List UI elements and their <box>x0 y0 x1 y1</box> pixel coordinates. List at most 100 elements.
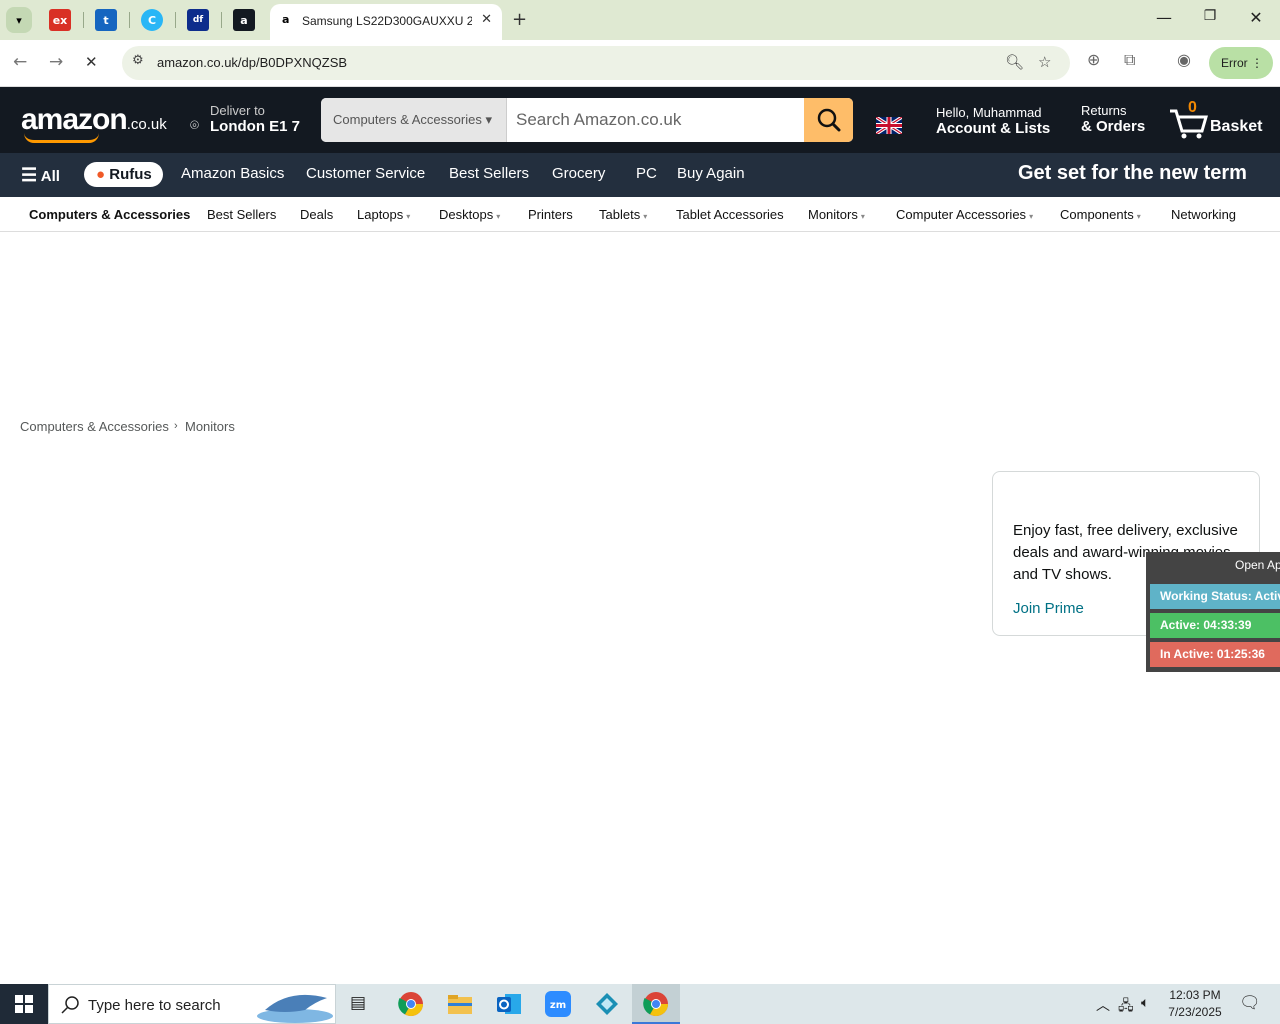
outlook-icon[interactable] <box>495 990 523 1018</box>
deliver-to-location[interactable]: ⌾ Deliver to London E1 7 <box>190 103 300 135</box>
tab-active[interactable]: a Samsung LS22D300GAUXXU 22 ✕ <box>270 4 502 40</box>
pinned-tab-amazon-icon[interactable]: a <box>233 9 255 31</box>
address-bar[interactable]: ⚙ amazon.co.uk/dp/B0DPXNQZSB 🔍︎ ☆ <box>122 46 1070 80</box>
pinned-tab-c-icon[interactable]: C <box>141 9 163 31</box>
inactive-time-row: In Active: 01:25:36 <box>1150 642 1280 667</box>
tab-search-chevron-icon[interactable]: ▾ <box>6 7 32 33</box>
deliver-location: London E1 7 <box>210 118 300 135</box>
nav-customer-service[interactable]: Customer Service <box>306 165 425 182</box>
task-view-icon[interactable]: ▤ <box>350 993 366 1013</box>
subnav-computers-accessories[interactable]: Computers & Accessories <box>29 207 190 222</box>
rufus-icon: ● <box>96 166 106 183</box>
subnav-monitors[interactable]: Monitors ▾ <box>808 207 865 222</box>
clock-date: 7/23/2025 <box>1168 1005 1222 1019</box>
zoom-icon[interactable]: 🔍︎ <box>1005 53 1024 71</box>
subnav-best-sellers[interactable]: Best Sellers <box>207 207 276 222</box>
close-window-icon[interactable]: ✕ <box>1233 8 1279 27</box>
file-explorer-icon[interactable] <box>446 990 474 1018</box>
time-tracker-widget: Open Ap Working Status: Active Active: 0… <box>1146 552 1280 672</box>
returns-and-orders[interactable]: Returns & Orders <box>1081 103 1145 135</box>
nav-buy-again[interactable]: Buy Again <box>677 165 745 182</box>
amazon-smile-logo-mark <box>24 133 99 143</box>
profile-icon[interactable]: ◉ <box>1177 50 1191 69</box>
tab-separator <box>129 12 130 28</box>
forward-arrow-icon[interactable]: → <box>49 52 63 72</box>
search-icon <box>817 108 841 132</box>
tab-close-icon[interactable]: ✕ <box>481 12 492 27</box>
working-status-row: Working Status: Active <box>1150 584 1280 609</box>
stop-loading-icon[interactable]: ✕ <box>85 53 98 71</box>
amazon-header: amazon.co.uk ⌾ Deliver to London E1 7 Co… <box>0 87 1280 153</box>
subnav-desktops[interactable]: Desktops ▾ <box>439 207 500 222</box>
bookmark-star-icon[interactable]: ☆ <box>1038 53 1051 71</box>
notifications-icon[interactable]: 🗨︎ <box>1239 993 1261 1013</box>
pinned-tab-df-icon[interactable]: df <box>187 9 209 31</box>
subnav-tablets[interactable]: Tablets ▾ <box>599 207 647 222</box>
new-tab-button[interactable]: + <box>512 9 527 30</box>
tab-title: Samsung LS22D300GAUXXU 22 <box>302 14 472 28</box>
app-diamond-icon[interactable] <box>593 990 621 1018</box>
subnav-printers[interactable]: Printers <box>528 207 573 222</box>
nav-grocery[interactable]: Grocery <box>552 165 605 182</box>
taskbar-search-box[interactable]: Type here to search <box>48 984 336 1024</box>
show-hidden-icons-chevron-icon[interactable]: ︿ <box>1096 995 1110 1015</box>
zoom-app-icon[interactable]: zm <box>544 990 572 1018</box>
active-time-row: Active: 04:33:39 <box>1150 613 1280 638</box>
subnav-networking[interactable]: Networking <box>1171 207 1236 222</box>
tab-separator <box>175 12 176 28</box>
chevron-down-icon: ▾ <box>496 212 501 221</box>
nav-belt: ☰ All ● Rufus Amazon Basics Customer Ser… <box>0 153 1280 197</box>
restore-icon[interactable]: ❐ <box>1187 8 1233 24</box>
amazon-favicon-icon: a <box>282 13 290 26</box>
browser-toolbar: ← → ✕ ⚙ amazon.co.uk/dp/B0DPXNQZSB 🔍︎ ☆ … <box>0 40 1280 87</box>
clock-time: 12:03 PM <box>1169 988 1221 1002</box>
chrome-icon[interactable] <box>397 990 425 1018</box>
nav-amazon-basics[interactable]: Amazon Basics <box>181 165 284 182</box>
back-arrow-icon[interactable]: ← <box>13 52 27 72</box>
new-term-promo[interactable]: Get set for the new term <box>1018 162 1247 185</box>
uk-flag-icon[interactable] <box>876 117 902 134</box>
url-text[interactable]: amazon.co.uk/dp/B0DPXNQZSB <box>157 55 347 70</box>
extensions-puzzle-icon[interactable]: ⧉ <box>1124 50 1135 70</box>
chevron-down-icon: ▾ <box>860 212 865 221</box>
breadcrumb-computers-accessories[interactable]: Computers & Accessories <box>20 419 169 434</box>
pinned-tab-ex-icon[interactable]: ex <box>49 9 71 31</box>
search-bar: Computers & Accessories ▾ <box>321 98 853 142</box>
browser-tab-strip: ▾ ex t C df a a Samsung LS22D300GAUXXU 2… <box>0 0 1280 40</box>
basket-label: Basket <box>1210 118 1263 135</box>
subnav-components[interactable]: Components ▾ <box>1060 207 1141 222</box>
subnav-computer-accessories[interactable]: Computer Accessories ▾ <box>896 207 1033 222</box>
deliver-to-label: Deliver to <box>210 103 265 118</box>
amazon-logo[interactable]: amazon.co.uk <box>21 103 167 137</box>
account-greeting: Hello, Muhammad <box>936 105 1042 120</box>
search-input[interactable] <box>507 98 804 142</box>
system-clock[interactable]: 12:03 PM 7/23/2025 <box>1160 987 1230 1021</box>
site-info-icon[interactable]: ⚙ <box>132 53 144 68</box>
network-icon[interactable]: 🖧︎ <box>1118 995 1134 1019</box>
nav-best-sellers[interactable]: Best Sellers <box>449 165 529 182</box>
volume-icon[interactable]: 🔈︎ <box>1141 995 1149 1011</box>
subnav-tablet-accessories[interactable]: Tablet Accessories <box>676 207 784 222</box>
account-and-lists[interactable]: Hello, Muhammad Account & Lists <box>936 105 1050 137</box>
translate-globe-icon[interactable]: ⊕ <box>1087 50 1100 69</box>
taskbar-chrome-active[interactable] <box>632 984 680 1024</box>
join-prime-link[interactable]: Join Prime <box>1013 600 1084 617</box>
search-category-dropdown[interactable]: Computers & Accessories ▾ <box>321 98 507 142</box>
profile-error-button[interactable]: Error ⋮ <box>1209 47 1273 79</box>
all-menu-button[interactable]: ☰ All <box>21 165 60 186</box>
search-icon <box>61 996 79 1014</box>
search-button[interactable] <box>804 98 853 142</box>
subnav-deals[interactable]: Deals <box>300 207 333 222</box>
tab-separator <box>221 12 222 28</box>
subnav-laptops[interactable]: Laptops ▾ <box>357 207 410 222</box>
pinned-tab-t-icon[interactable]: t <box>95 9 117 31</box>
orders-label: & Orders <box>1081 118 1146 135</box>
returns-label: Returns <box>1081 103 1127 118</box>
minimize-icon[interactable]: — <box>1141 8 1187 27</box>
nav-pc[interactable]: PC <box>636 165 657 182</box>
open-app-button[interactable]: Open Ap <box>1235 558 1280 572</box>
rufus-button[interactable]: ● Rufus <box>84 162 163 187</box>
start-button[interactable] <box>0 984 48 1024</box>
breadcrumb-monitors[interactable]: Monitors <box>185 419 235 434</box>
chevron-down-icon: ▾ <box>1136 212 1141 221</box>
